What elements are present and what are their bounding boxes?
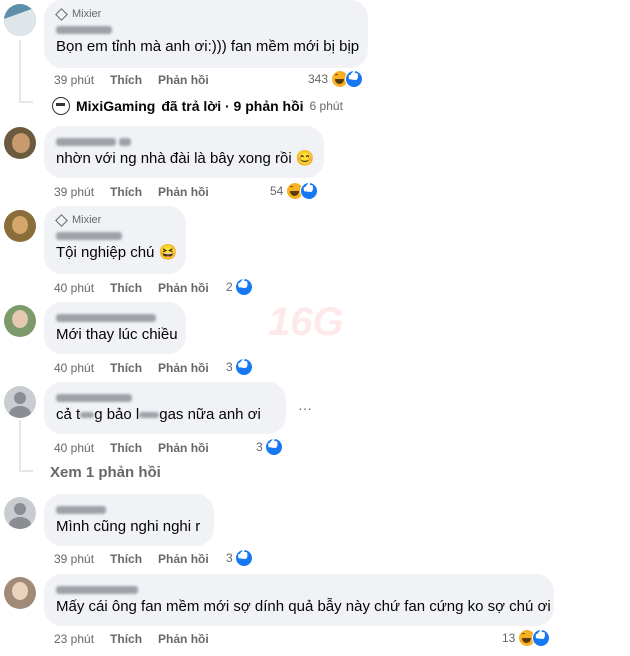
watermark: 16G: [268, 300, 344, 344]
reply-button[interactable]: Phản hồi: [158, 280, 209, 296]
avatar[interactable]: [4, 305, 36, 337]
like-icon: [300, 182, 319, 200]
comment-actions: 23 phút Thích Phản hồi: [54, 631, 209, 647]
avatar[interactable]: [4, 386, 36, 418]
comment-bubble: Mixier Bọn em tỉnh mà anh ơi:))) fan mềm…: [44, 0, 368, 68]
reaction-count: 3: [226, 360, 233, 374]
timestamp[interactable]: 23 phút: [54, 631, 94, 647]
reply-button[interactable]: Phản hồi: [158, 72, 209, 88]
reply-button[interactable]: Phản hồi: [158, 184, 209, 200]
comment-text: Tội nghiệp chú 😆: [56, 244, 178, 261]
comment-text: Mấy cái ông fan mềm mới sợ dính quả bẫy …: [56, 598, 551, 615]
reply-summary[interactable]: MixiGaming đã trả lời · 9 phản hồi 6 phú…: [52, 96, 343, 116]
comment-text: Bọn em tỉnh mà anh ơi:))) fan mềm mới bị…: [56, 38, 360, 55]
view-replies-link[interactable]: Xem 1 phản hồi: [50, 464, 161, 481]
diamond-icon: [55, 213, 68, 227]
like-button[interactable]: Thích: [110, 440, 142, 456]
avatar[interactable]: [4, 210, 36, 242]
timestamp[interactable]: 40 phút: [54, 280, 94, 296]
comment-actions: 40 phút Thích Phản hồi: [54, 440, 209, 456]
comment-actions: 40 phút Thích Phản hồi: [54, 360, 209, 376]
reaction-summary[interactable]: 3: [256, 438, 283, 456]
comment-bubble: Mấy cái ông fan mềm mới sợ dính quả bẫy …: [44, 574, 554, 626]
avatar[interactable]: [4, 127, 36, 159]
fan-badge: Mixier: [55, 213, 174, 227]
reaction-count: 54: [270, 184, 284, 198]
like-button[interactable]: Thích: [110, 360, 142, 376]
comment-bubble: cả tg bảo l gas nữa anh ơi: [44, 382, 286, 434]
comment-actions: 39 phút Thích Phản hồi: [54, 551, 209, 567]
reaction-count: 13: [502, 631, 516, 645]
timestamp[interactable]: 39 phút: [54, 72, 94, 88]
timestamp[interactable]: 39 phút: [54, 551, 94, 567]
commenter-name[interactable]: [56, 501, 202, 517]
like-icon: [264, 438, 283, 456]
comment-text: cả tg bảo l gas nữa anh ơi: [56, 406, 261, 423]
reaction-summary[interactable]: 3: [226, 549, 253, 567]
commenter-name[interactable]: [56, 389, 274, 405]
comment-actions: 39 phút Thích Phản hồi: [54, 184, 209, 200]
reaction-summary[interactable]: 343: [308, 70, 364, 88]
comment-bubble: Mình cũng nghi nghi r: [44, 494, 214, 546]
reply-button[interactable]: Phản hồi: [158, 551, 209, 567]
like-icon: [345, 70, 364, 88]
reaction-summary[interactable]: 13: [502, 629, 551, 647]
comment-bubble: nhờn với ng nhà đài là bây xong rồi 😊: [44, 126, 324, 178]
diamond-icon: [55, 7, 68, 21]
reaction-count: 3: [226, 551, 233, 565]
thread-line: [19, 101, 33, 103]
comment-text: nhờn với ng nhà đài là bây xong rồi 😊: [56, 150, 315, 167]
like-button[interactable]: Thích: [110, 72, 142, 88]
comment-bubble: Mixier Tội nghiệp chú 😆: [44, 206, 186, 274]
like-icon: [234, 549, 253, 567]
avatar[interactable]: [4, 577, 36, 609]
reaction-summary[interactable]: 3: [226, 358, 253, 376]
timestamp[interactable]: 40 phút: [54, 440, 94, 456]
reaction-summary[interactable]: 54: [270, 182, 319, 200]
like-button[interactable]: Thích: [110, 551, 142, 567]
commenter-name[interactable]: [56, 21, 356, 37]
reply-author[interactable]: MixiGaming: [76, 98, 155, 114]
reply-time: 6 phút: [309, 99, 343, 113]
like-icon: [532, 629, 551, 647]
reaction-summary[interactable]: 2: [226, 278, 253, 296]
reply-action: đã trả lời · 9 phản hồi: [161, 98, 304, 114]
reply-button[interactable]: Phản hồi: [158, 631, 209, 647]
thread-line: [19, 40, 21, 102]
commenter-name[interactable]: [56, 581, 542, 597]
thread-line: [19, 470, 33, 472]
comment-actions: 39 phút Thích Phản hồi: [54, 72, 209, 88]
commenter-name[interactable]: [56, 227, 174, 243]
avatar: [52, 97, 70, 115]
comment-bubble: Mới thay lúc chiều: [44, 302, 186, 354]
commenter-name[interactable]: [56, 133, 312, 149]
thread-line: [19, 420, 21, 472]
like-button[interactable]: Thích: [110, 280, 142, 296]
reply-button[interactable]: Phản hồi: [158, 360, 209, 376]
comment-text: Mình cũng nghi nghi r: [56, 518, 201, 535]
more-options-button[interactable]: ···: [298, 400, 312, 416]
reaction-count: 3: [256, 440, 263, 454]
avatar[interactable]: [4, 497, 36, 529]
comment-text: Mới thay lúc chiều: [56, 326, 178, 343]
timestamp[interactable]: 40 phút: [54, 360, 94, 376]
reaction-count: 2: [226, 280, 233, 294]
avatar[interactable]: [4, 4, 36, 36]
like-button[interactable]: Thích: [110, 631, 142, 647]
like-icon: [234, 278, 253, 296]
reply-button[interactable]: Phản hồi: [158, 440, 209, 456]
timestamp[interactable]: 39 phút: [54, 184, 94, 200]
fan-badge: Mixier: [55, 7, 356, 21]
like-button[interactable]: Thích: [110, 184, 142, 200]
comment-actions: 40 phút Thích Phản hồi: [54, 280, 209, 296]
reaction-count: 343: [308, 72, 329, 86]
commenter-name[interactable]: [56, 309, 174, 325]
like-icon: [234, 358, 253, 376]
